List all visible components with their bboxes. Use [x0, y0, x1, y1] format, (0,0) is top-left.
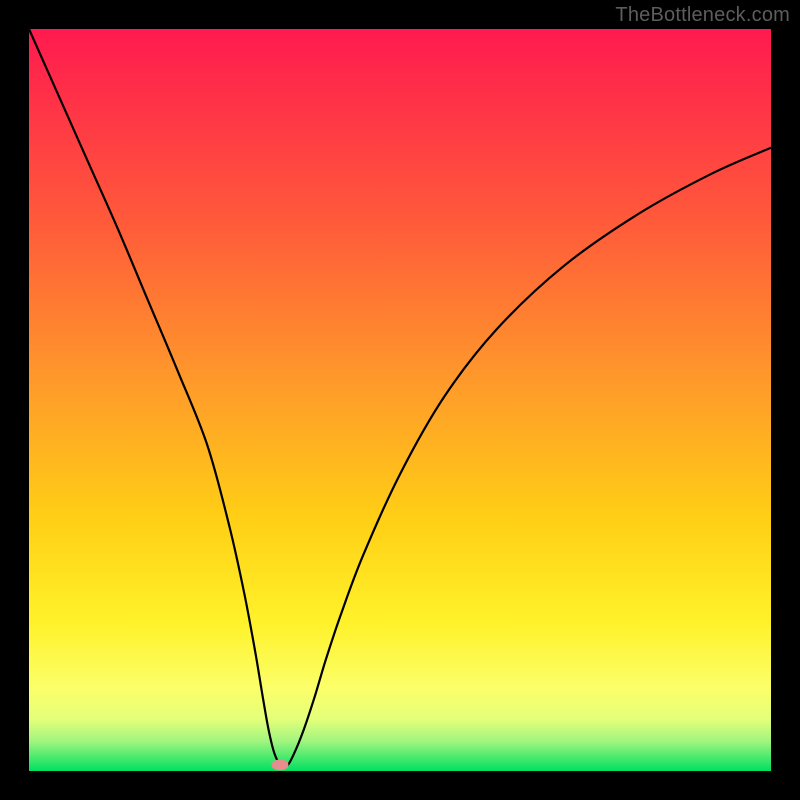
plot-area — [29, 29, 771, 771]
plot-svg — [29, 29, 771, 771]
gradient-background — [29, 29, 771, 771]
chart-frame: TheBottleneck.com — [0, 0, 800, 800]
watermark-text: TheBottleneck.com — [615, 4, 790, 27]
